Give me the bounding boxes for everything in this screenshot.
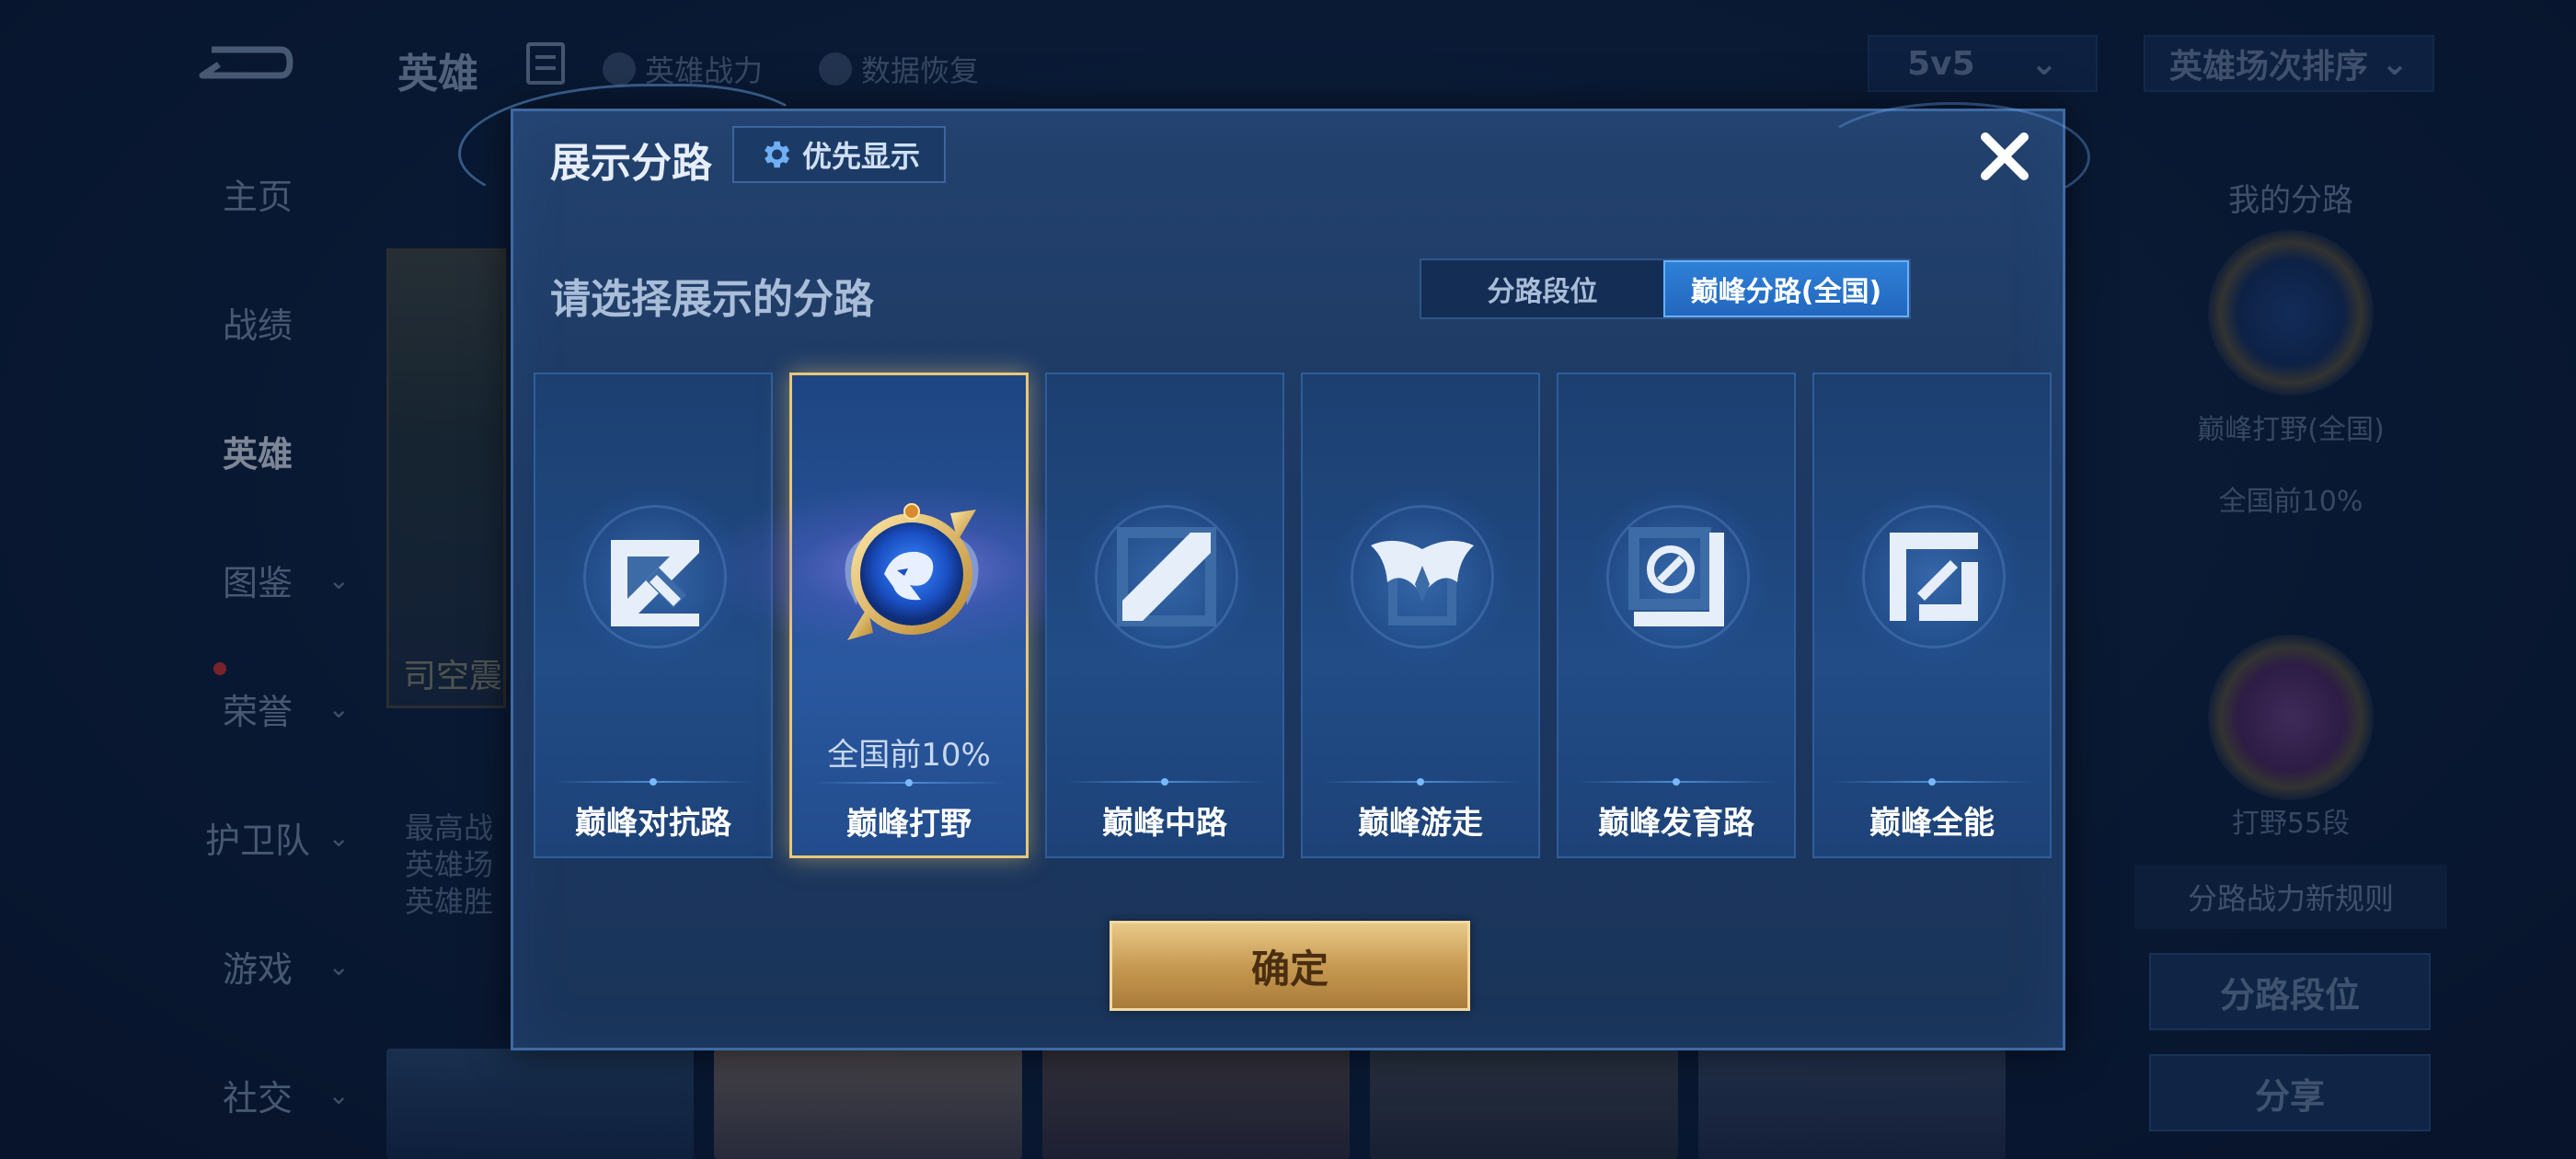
jungle-badge-icon	[845, 503, 979, 640]
tab-lane-rank[interactable]: 分路段位	[1421, 260, 1663, 317]
lane-name: 巅峰发育路	[1598, 805, 1754, 842]
close-button[interactable]	[1972, 124, 2037, 189]
clash-lane-icon	[611, 540, 699, 626]
lane-divider	[554, 778, 753, 786]
lane-name: 巅峰中路	[1102, 805, 1227, 842]
lane-option-jungle[interactable]: 全国前10% 巅峰打野	[682, 373, 1142, 858]
display-lane-dialog: 展示分路 优先显示 请选择展示的分路 分路段位 巅峰分路(全国) 巅峰对抗路 全…	[458, 84, 2090, 1050]
dialog-title: 展示分路	[550, 140, 712, 187]
lane-option-roam[interactable]: 巅峰游走	[1301, 373, 1540, 858]
lane-divider	[811, 779, 1007, 786]
mid-lane-icon	[1117, 527, 1216, 626]
lane-type-toggle: 分路段位 巅峰分路(全国)	[1420, 258, 1911, 319]
farm-lane-icon	[1628, 527, 1724, 626]
lane-option-clash[interactable]: 巅峰对抗路	[534, 373, 773, 858]
gear-icon	[765, 141, 790, 168]
lane-option-all-round[interactable]: 巅峰全能	[1812, 373, 2052, 858]
lane-divider	[1065, 778, 1264, 786]
lane-divider	[1577, 778, 1776, 786]
lane-option-farm[interactable]: 巅峰发育路	[1557, 373, 1796, 858]
lane-name: 巅峰全能	[1869, 805, 1995, 842]
decorative-swirl	[1814, 102, 2090, 212]
close-icon	[1981, 132, 2029, 180]
lane-option-mid[interactable]: 巅峰中路	[1045, 373, 1284, 858]
dialog-subtitle: 请选择展示的分路	[550, 276, 874, 323]
all-round-icon	[1890, 533, 1978, 621]
confirm-button[interactable]: 确定	[1110, 921, 1470, 1011]
tab-peak-lane-national[interactable]: 巅峰分路(全国)	[1663, 260, 1909, 317]
lane-options: 巅峰对抗路 全国前10% 巅峰打野 巅峰中路 巅峰游走 巅峰发育路 巅峰全能	[534, 373, 2052, 858]
lane-divider	[1321, 778, 1520, 786]
priority-display-button[interactable]: 优先显示	[732, 126, 946, 183]
lane-name: 巅峰对抗路	[575, 805, 731, 842]
lane-rank-text: 全国前10%	[827, 737, 991, 774]
roam-icon	[1371, 540, 1474, 625]
priority-display-label: 优先显示	[801, 139, 920, 174]
lane-divider	[1833, 778, 2031, 786]
lane-name: 巅峰游走	[1358, 805, 1483, 842]
lane-name: 巅峰打野	[846, 806, 972, 843]
